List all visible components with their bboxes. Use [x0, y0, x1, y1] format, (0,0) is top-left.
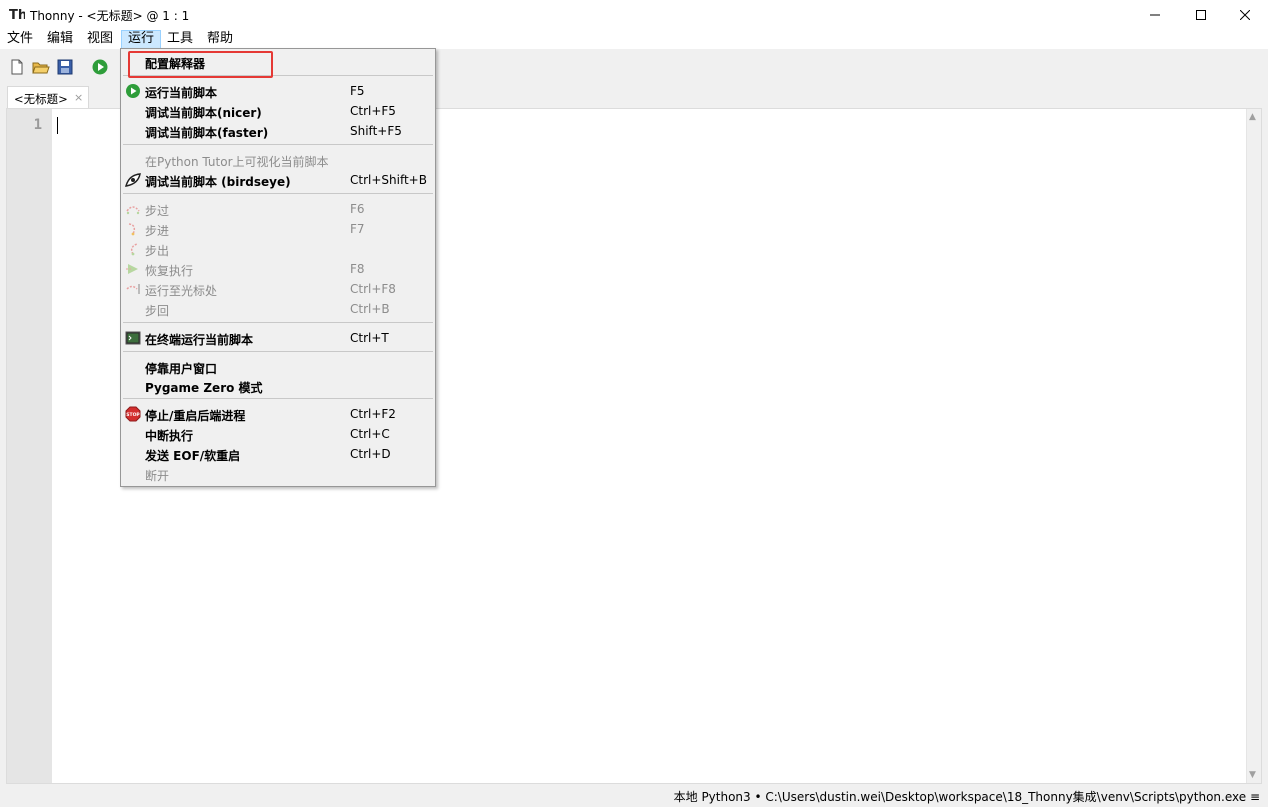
menu-item-label: 运行当前脚本 [145, 86, 218, 100]
menu-item-stop-restart-backend[interactable]: STOP 停止/重启后端进程 Ctrl+F2 [123, 404, 433, 424]
menu-item-shortcut: F5 [350, 84, 365, 98]
menu-view[interactable]: 视图 [81, 30, 119, 49]
minimize-icon [1150, 14, 1160, 16]
run-icon[interactable] [91, 58, 109, 76]
svg-text:Th: Th [9, 8, 25, 22]
tab-untitled[interactable]: <无标题> × [7, 86, 89, 108]
menu-separator [123, 193, 433, 194]
status-bar: 本地 Python3 • C:\Users\dustin.wei\Desktop… [0, 785, 1268, 807]
menu-item-shortcut: Ctrl+F5 [350, 104, 396, 118]
menu-item-pygame-zero-mode[interactable]: Pygame Zero 模式 [123, 376, 433, 396]
new-file-icon[interactable] [8, 58, 26, 76]
menu-separator [123, 144, 433, 145]
open-file-icon[interactable] [32, 58, 50, 76]
menu-item-send-eof[interactable]: 发送 EOF/软重启 Ctrl+D [123, 444, 433, 464]
run-menu-dropdown: 配置解释器 运行当前脚本 F5 调试当前脚本(nicer) Ctrl+F5 调试… [120, 48, 436, 487]
menu-item-shortcut: Ctrl+B [350, 302, 390, 316]
menu-item-label: 在Python Tutor上可视化当前脚本 [145, 155, 329, 169]
step-out-icon [130, 243, 138, 256]
menu-file[interactable]: 文件 [1, 30, 39, 49]
menu-item-label: 恢复执行 [145, 264, 194, 278]
menu-item-interrupt[interactable]: 中断执行 Ctrl+C [123, 424, 433, 444]
text-cursor [57, 117, 58, 134]
stop-icon: STOP [125, 406, 141, 422]
title-bar: Th Thonny - <无标题> @ 1 : 1 [0, 0, 1268, 30]
menu-item-run-to-cursor[interactable]: 运行至光标处 Ctrl+F8 [123, 279, 433, 299]
highlight-annotation [128, 51, 273, 78]
menu-separator [123, 322, 433, 323]
menu-item-step-out[interactable]: 步出 [123, 239, 433, 259]
menu-item-resume[interactable]: 恢复执行 F8 [123, 259, 433, 279]
line-number: 1 [33, 117, 42, 133]
menu-bar: 文件 编辑 视图 运行 工具 帮助 [0, 30, 1268, 49]
svg-text:STOP: STOP [126, 412, 140, 418]
scroll-down-icon[interactable]: ▼ [1249, 770, 1256, 780]
resume-icon [126, 264, 138, 274]
menu-tools[interactable]: 工具 [161, 30, 199, 49]
menu-item-label: 调试当前脚本 (birdseye) [145, 175, 291, 189]
close-icon [1240, 10, 1250, 20]
menu-item-label: 调试当前脚本(nicer) [145, 106, 262, 120]
menu-item-shortcut: Shift+F5 [350, 124, 402, 138]
menu-item-label: 运行至光标处 [145, 284, 218, 298]
menu-item-shortcut: Ctrl+F8 [350, 282, 396, 296]
menu-item-shortcut: F7 [350, 222, 365, 236]
menu-item-run-script[interactable]: 运行当前脚本 F5 [123, 81, 433, 101]
menu-item-shortcut: Ctrl+T [350, 331, 389, 345]
menu-separator [123, 398, 433, 399]
terminal-icon [125, 331, 141, 345]
menu-item-label: 发送 EOF/软重启 [145, 449, 241, 463]
menu-item-shortcut: Ctrl+Shift+B [350, 173, 427, 187]
menu-separator [123, 351, 433, 352]
menu-item-debug-birdseye[interactable]: 调试当前脚本 (birdseye) Ctrl+Shift+B [123, 170, 433, 190]
menu-item-label: 步进 [145, 224, 170, 238]
menu-item-step-back[interactable]: 步回 Ctrl+B [123, 299, 433, 319]
save-icon[interactable] [56, 58, 74, 76]
menu-item-dock-user-windows[interactable]: 停靠用户窗口 [123, 357, 433, 377]
thonny-logo-icon: Th [9, 8, 25, 22]
menu-item-label: 在终端运行当前脚本 [145, 333, 254, 347]
menu-item-shortcut: Ctrl+F2 [350, 407, 396, 421]
interpreter-status[interactable]: 本地 Python3 • C:\Users\dustin.wei\Desktop… [674, 788, 1260, 805]
step-into-icon [128, 223, 136, 236]
line-number-gutter: 1 [7, 109, 52, 783]
close-button[interactable] [1222, 0, 1268, 30]
menu-item-shortcut: Ctrl+C [350, 427, 390, 441]
menu-item-step-over[interactable]: 步过 F6 [123, 199, 433, 219]
menu-item-debug-nicer[interactable]: 调试当前脚本(nicer) Ctrl+F5 [123, 101, 433, 121]
maximize-button[interactable] [1178, 0, 1224, 30]
menu-item-label: 停止/重启后端进程 [145, 409, 246, 423]
tab-close-icon[interactable]: × [74, 91, 83, 104]
step-over-icon [126, 206, 140, 215]
scroll-up-icon[interactable]: ▲ [1249, 112, 1256, 122]
menu-item-debug-faster[interactable]: 调试当前脚本(faster) Shift+F5 [123, 121, 433, 141]
minimize-button[interactable] [1132, 0, 1178, 30]
menu-run[interactable]: 运行 [121, 30, 162, 49]
menu-item-label: Pygame Zero 模式 [145, 381, 263, 395]
menu-item-label: 调试当前脚本(faster) [145, 126, 269, 140]
window-title: Thonny - <无标题> @ 1 : 1 [30, 9, 190, 23]
run-to-cursor-icon [126, 284, 140, 294]
menu-item-label: 中断执行 [145, 429, 194, 443]
vertical-scrollbar[interactable]: ▲ ▼ [1246, 109, 1261, 783]
menu-item-python-tutor[interactable]: 在Python Tutor上可视化当前脚本 [123, 150, 433, 170]
run-icon [126, 84, 140, 98]
tab-label: <无标题> [14, 92, 68, 106]
menu-item-label: 步过 [145, 204, 170, 218]
birdseye-icon [125, 173, 141, 187]
menu-item-label: 步回 [145, 304, 170, 318]
menu-help[interactable]: 帮助 [201, 30, 239, 49]
menu-item-label: 步出 [145, 244, 170, 258]
menu-item-shortcut: F6 [350, 202, 365, 216]
menu-item-run-in-terminal[interactable]: 在终端运行当前脚本 Ctrl+T [123, 328, 433, 348]
menu-item-label: 断开 [145, 469, 170, 483]
menu-edit[interactable]: 编辑 [41, 30, 79, 49]
menu-item-label: 停靠用户窗口 [145, 362, 218, 376]
menu-item-shortcut: Ctrl+D [350, 447, 391, 461]
maximize-icon [1196, 10, 1206, 20]
menu-item-step-into[interactable]: 步进 F7 [123, 219, 433, 239]
menu-item-shortcut: F8 [350, 262, 365, 276]
menu-item-disconnect[interactable]: 断开 [123, 464, 433, 484]
thonny-window: Th Thonny - <无标题> @ 1 : 1 文件 编辑 视图 运行 工具… [0, 0, 1268, 807]
